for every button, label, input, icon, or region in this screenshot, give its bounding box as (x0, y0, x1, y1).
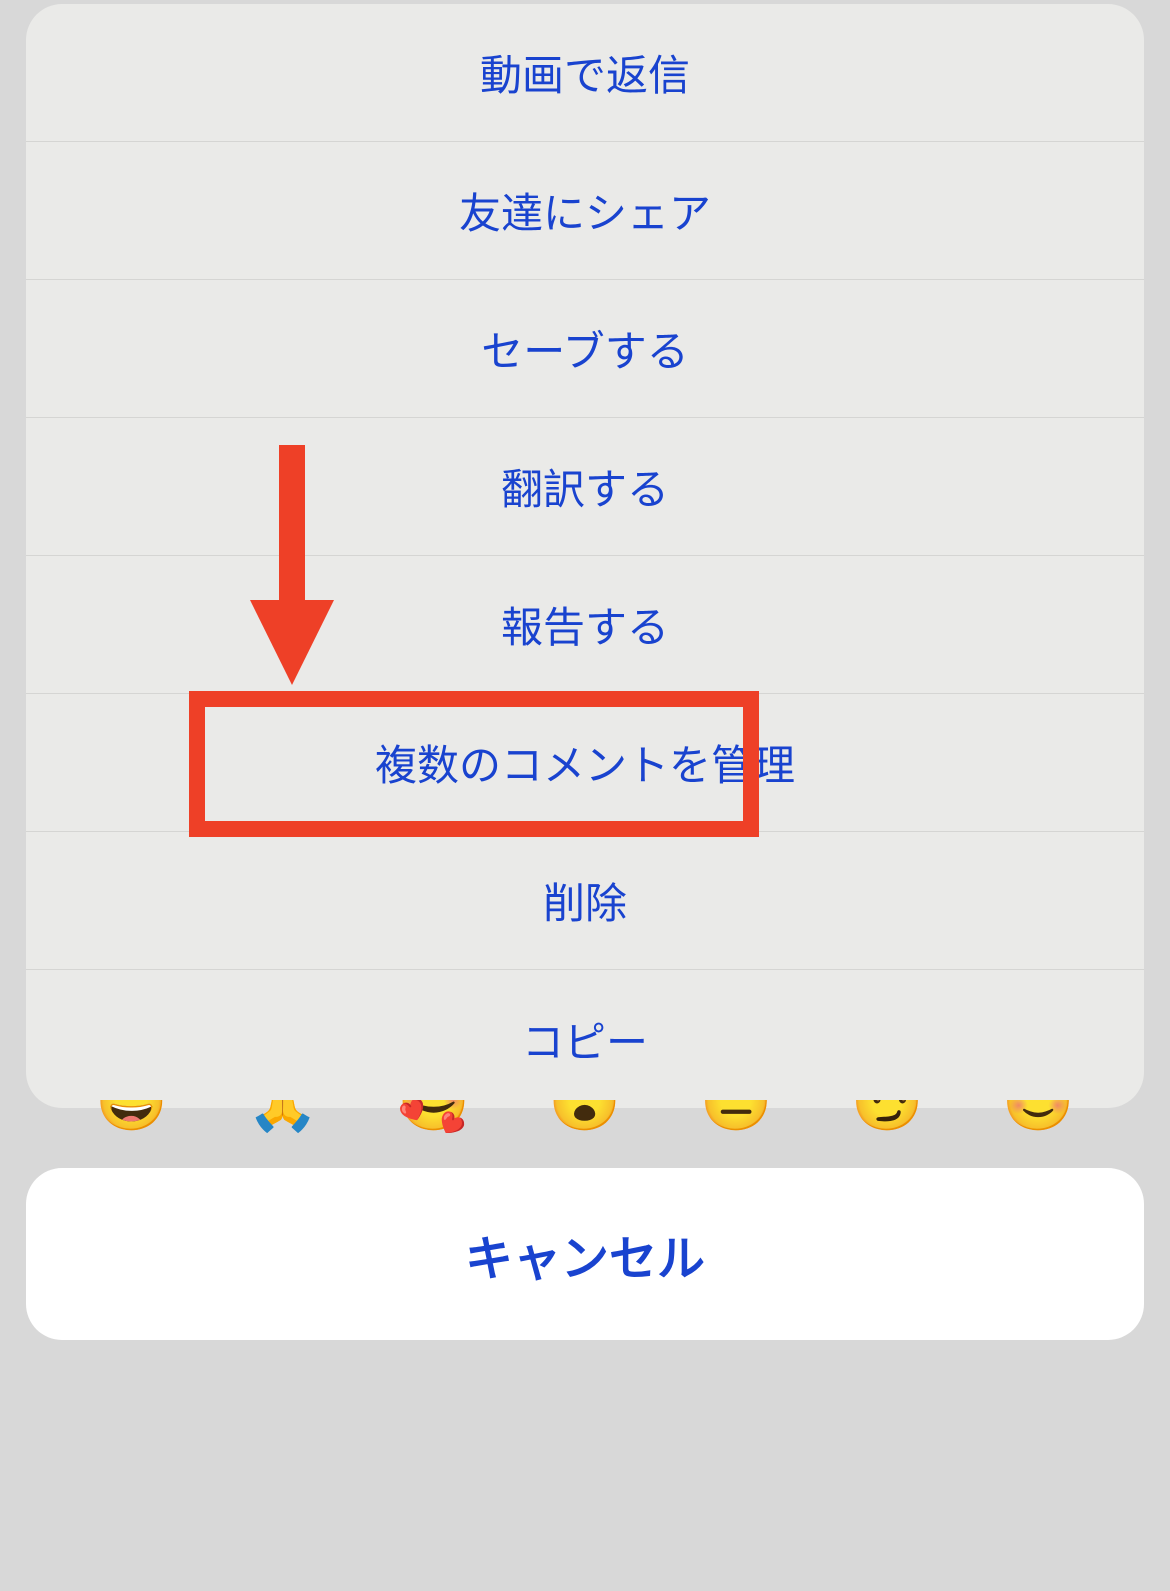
menu-item-translate[interactable]: 翻訳する (26, 418, 1144, 556)
menu-item-reply-with-video[interactable]: 動画で返信 (26, 4, 1144, 142)
menu-item-share-to-friends[interactable]: 友達にシェア (26, 142, 1144, 280)
menu-item-report[interactable]: 報告する (26, 556, 1144, 694)
cancel-button[interactable]: キャンセル (26, 1168, 1144, 1340)
menu-item-label: 友達にシェア (459, 180, 711, 241)
emoji-reaction[interactable]: 😏 (843, 1100, 931, 1144)
menu-item-label: 動画で返信 (480, 42, 690, 103)
emoji-reaction[interactable]: 😑 (692, 1100, 780, 1144)
menu-item-label: コピー (522, 1009, 648, 1070)
menu-item-label: セーブする (481, 318, 688, 379)
emoji-reaction[interactable]: 😮 (541, 1100, 629, 1144)
menu-item-label: 報告する (501, 594, 669, 655)
menu-item-label: 複数のコメントを管理 (375, 732, 795, 793)
emoji-reaction[interactable]: 😀 (88, 1100, 176, 1144)
action-sheet-container: 動画で返信 友達にシェア セーブする 翻訳する 報告する 複数のコメントを管理 … (26, 0, 1144, 1591)
emoji-reaction[interactable]: 🥰 (390, 1100, 478, 1144)
cancel-label: キャンセル (465, 1219, 705, 1289)
menu-item-label: 削除 (543, 870, 627, 931)
menu-item-save[interactable]: セーブする (26, 280, 1144, 418)
emoji-reaction[interactable]: 😊 (994, 1100, 1082, 1144)
menu-item-copy[interactable]: コピー (26, 970, 1144, 1108)
action-sheet-menu: 動画で返信 友達にシェア セーブする 翻訳する 報告する 複数のコメントを管理 … (26, 4, 1144, 1108)
menu-item-label: 翻訳する (501, 456, 669, 517)
menu-item-manage-multiple-comments[interactable]: 複数のコメントを管理 (26, 694, 1144, 832)
menu-item-delete[interactable]: 削除 (26, 832, 1144, 970)
emoji-reaction[interactable]: 🙏 (239, 1100, 327, 1144)
